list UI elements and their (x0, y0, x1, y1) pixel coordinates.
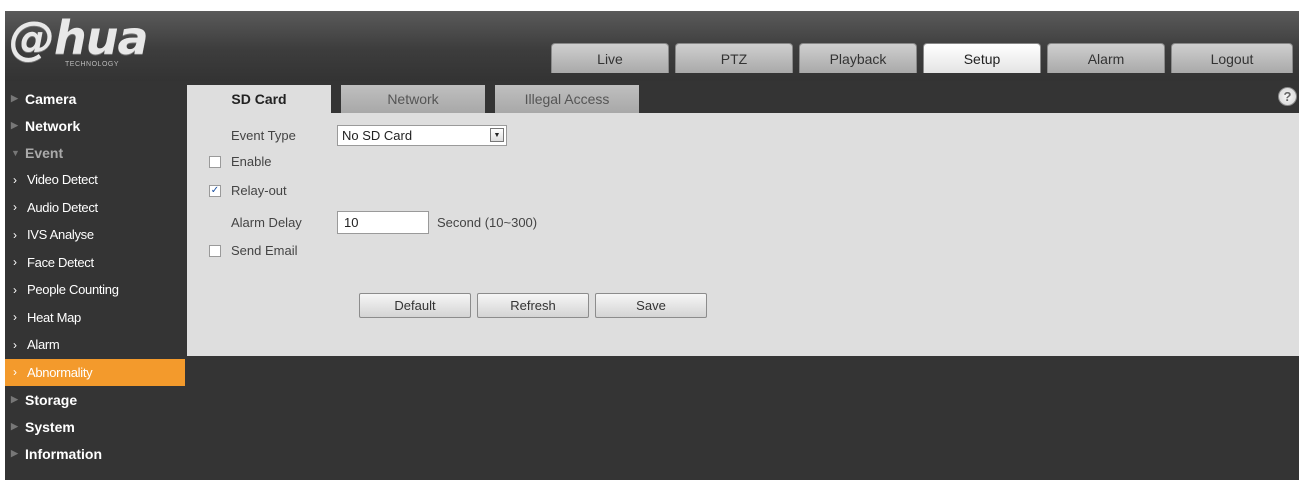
sidebar-item-label: Camera (25, 90, 77, 107)
settings-panel: SD Card Network Illegal Access ? Event T… (187, 85, 1299, 356)
chevron-right-icon: › (13, 337, 17, 352)
sidebar-item-face-detect[interactable]: › Face Detect (5, 249, 185, 277)
chevron-right-icon: › (13, 310, 17, 325)
chevron-right-icon: › (13, 200, 17, 215)
default-button[interactable]: Default (359, 293, 471, 318)
alarm-delay-label: Alarm Delay (231, 215, 302, 230)
collapsed-arrow-icon: ▶ (11, 421, 18, 431)
sidebar-item-label: Heat Map (27, 309, 81, 325)
event-type-label: Event Type (231, 128, 296, 143)
dropdown-arrow-icon: ▼ (490, 128, 504, 142)
sidebar: ▶ Camera ▶ Network ▼ Event › Video Detec… (5, 85, 185, 467)
sidebar-item-label: Abnormality (27, 364, 93, 380)
tab-alarm[interactable]: Alarm (1047, 43, 1165, 73)
content-tabs: SD Card Network Illegal Access (187, 85, 639, 113)
save-button[interactable]: Save (595, 293, 707, 318)
enable-row: Enable (209, 154, 271, 169)
main-tabs: Live PTZ Playback Setup Alarm Logout (551, 43, 1293, 73)
sidebar-item-system[interactable]: ▶ System (5, 413, 185, 440)
logo-wordmark: @hua (9, 11, 149, 65)
send-email-checkbox[interactable] (209, 244, 221, 257)
sidebar-item-label: Face Detect (27, 254, 94, 270)
app-window: @hua TECHNOLOGY Live PTZ Playback Setup … (5, 11, 1299, 480)
header-bar: @hua TECHNOLOGY Live PTZ Playback Setup … (5, 11, 1299, 81)
tab-playback[interactable]: Playback (799, 43, 917, 73)
event-type-row: Event Type No SD Card ▼ (209, 125, 507, 146)
alarm-delay-unit: Second (10~300) (437, 215, 538, 230)
sidebar-item-label: Network (25, 117, 81, 134)
sidebar-item-label: System (25, 418, 75, 435)
tab-sd-card[interactable]: SD Card (187, 85, 331, 113)
sidebar-item-camera[interactable]: ▶ Camera (5, 85, 185, 112)
sidebar-item-alarm[interactable]: › Alarm (5, 331, 185, 359)
sidebar-item-label: Video Detect (27, 172, 98, 188)
collapsed-arrow-icon: ▶ (11, 93, 18, 103)
chevron-right-icon: › (13, 227, 17, 242)
relay-out-checkbox[interactable]: ✓ (209, 184, 221, 197)
sidebar-item-label: Information (25, 445, 102, 462)
tab-live[interactable]: Live (551, 43, 669, 73)
collapsed-arrow-icon: ▶ (11, 394, 18, 404)
chevron-right-icon: › (13, 365, 17, 380)
sidebar-item-network[interactable]: ▶ Network (5, 112, 185, 139)
expanded-arrow-icon: ▼ (11, 147, 20, 158)
chevron-right-icon: › (13, 255, 17, 270)
chevron-right-icon: › (13, 282, 17, 297)
brand-logo: @hua TECHNOLOGY (9, 11, 179, 75)
tab-illegal-access[interactable]: Illegal Access (495, 85, 639, 113)
sidebar-item-label: Storage (25, 391, 78, 408)
alarm-delay-input[interactable]: 10 (337, 211, 429, 234)
sidebar-item-information[interactable]: ▶ Information (5, 440, 185, 467)
collapsed-arrow-icon: ▶ (11, 448, 18, 458)
sidebar-item-label: People Counting (27, 282, 119, 298)
sidebar-item-ivs-analyse[interactable]: › IVS Analyse (5, 221, 185, 249)
tab-network[interactable]: Network (341, 85, 485, 113)
event-type-select[interactable]: No SD Card ▼ (337, 125, 507, 146)
relay-out-row: ✓ Relay-out (209, 183, 287, 198)
enable-checkbox[interactable] (209, 155, 221, 168)
tab-logout[interactable]: Logout (1171, 43, 1293, 73)
collapsed-arrow-icon: ▶ (11, 120, 18, 130)
tab-setup[interactable]: Setup (923, 43, 1041, 73)
sidebar-item-label: Audio Detect (27, 199, 98, 215)
checkmark-icon: ✓ (210, 185, 220, 196)
sidebar-item-audio-detect[interactable]: › Audio Detect (5, 194, 185, 222)
sidebar-item-event[interactable]: ▼ Event (5, 139, 185, 166)
relay-out-label: Relay-out (231, 183, 287, 198)
sidebar-item-heat-map[interactable]: › Heat Map (5, 304, 185, 332)
help-icon[interactable]: ? (1278, 87, 1297, 106)
send-email-label: Send Email (231, 243, 298, 258)
sidebar-item-label: Event (25, 144, 64, 161)
sidebar-item-label: Alarm (27, 337, 60, 353)
sidebar-item-video-detect[interactable]: › Video Detect (5, 166, 185, 194)
chevron-right-icon: › (13, 172, 17, 187)
refresh-button[interactable]: Refresh (477, 293, 589, 318)
sidebar-item-abnormality[interactable]: › Abnormality (5, 358, 185, 386)
sidebar-item-storage[interactable]: ▶ Storage (5, 386, 185, 413)
sidebar-item-label: IVS Analyse (27, 227, 94, 243)
tab-ptz[interactable]: PTZ (675, 43, 793, 73)
send-email-row: Send Email (209, 243, 297, 258)
logo-subtitle: TECHNOLOGY (65, 61, 120, 68)
action-buttons: Default Refresh Save (359, 293, 713, 318)
sidebar-item-people-counting[interactable]: › People Counting (5, 276, 185, 304)
event-type-value: No SD Card (342, 128, 413, 143)
alarm-delay-row: Alarm Delay 10 Second (10~300) (209, 211, 537, 234)
enable-label: Enable (231, 154, 272, 169)
